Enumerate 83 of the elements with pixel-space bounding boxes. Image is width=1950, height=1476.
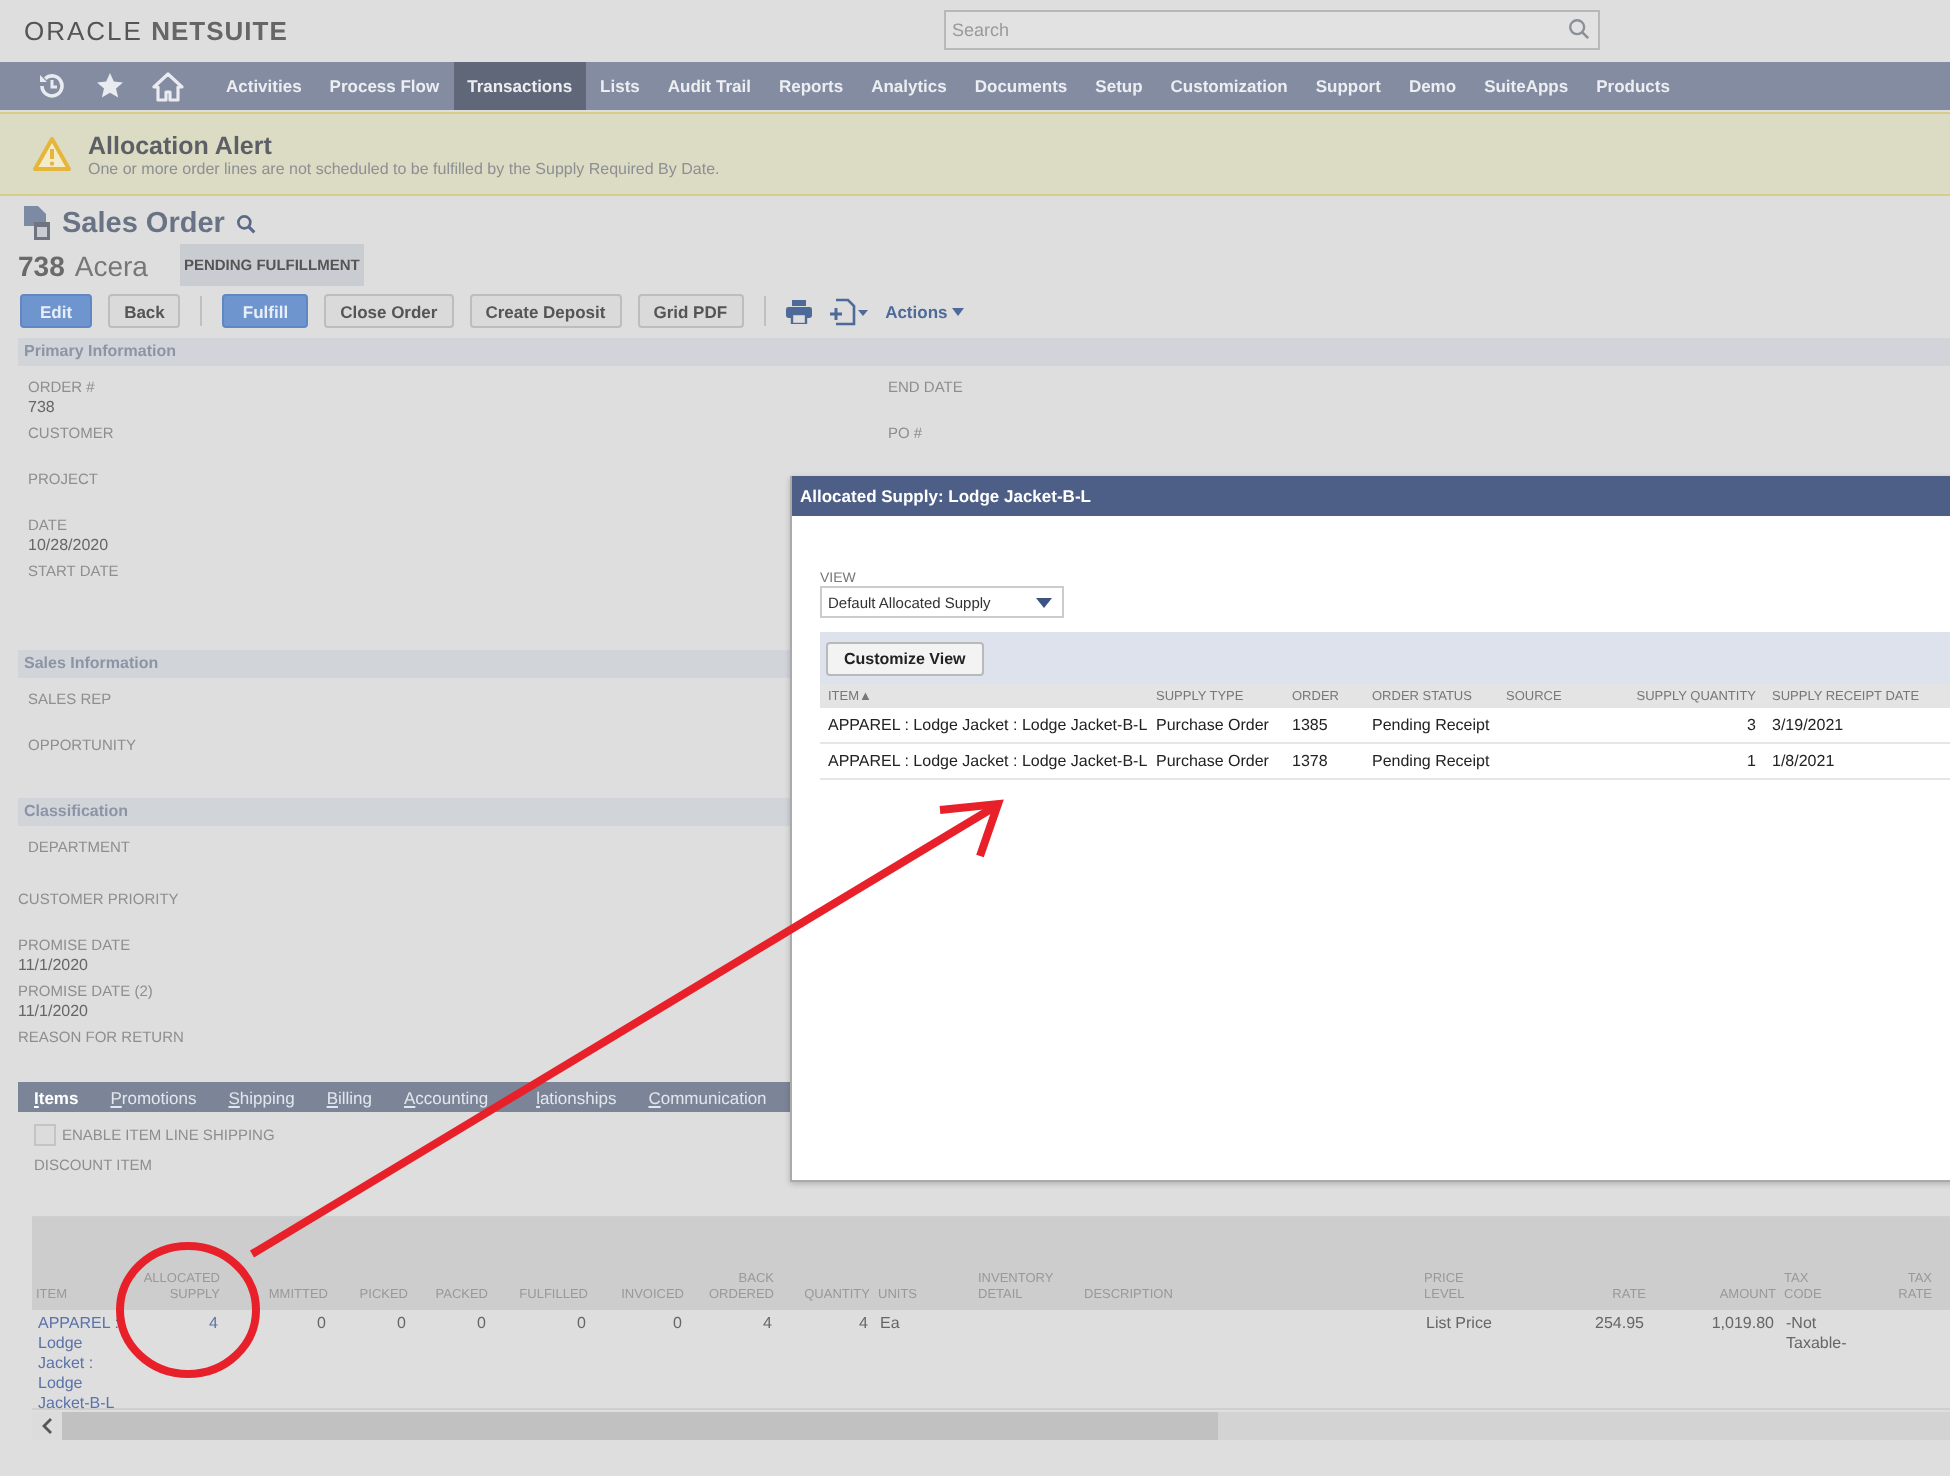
field-value: 11/1/2020 [18, 956, 88, 974]
table-cell-text: -Not Taxable- [1786, 1314, 1849, 1354]
print-icon[interactable] [785, 299, 812, 323]
home-icon[interactable] [152, 71, 184, 101]
nav-tab[interactable]: Documents [960, 62, 1082, 110]
subtab[interactable]: Billing [326, 1087, 372, 1107]
table-cell: 1 [1747, 752, 1756, 770]
search-field[interactable]: Search [944, 10, 1600, 50]
nav-tab[interactable]: Transactions [453, 62, 587, 110]
table-cell-text: 1,019.80 [1709, 1314, 1774, 1334]
field-value: 738 [28, 398, 55, 416]
table-cell: 1/8/2021 [1772, 752, 1835, 770]
nav-tab[interactable]: SuiteApps [1470, 62, 1583, 110]
nav-tab[interactable]: Demo [1394, 62, 1471, 110]
table-cell: Pending Receipt [1372, 716, 1490, 734]
table-cell-text: 0 [475, 1314, 486, 1334]
nav-tab[interactable]: Analytics [857, 62, 961, 110]
table-cell-text: 254.95 [1593, 1314, 1644, 1334]
table-cell: APPAREL : Lodge Jacket : Lodge Jacket-B-L [828, 752, 1148, 770]
caret-icon [1036, 597, 1052, 607]
subtab[interactable]: Items [34, 1087, 79, 1107]
actions-menu[interactable]: Actions [885, 301, 964, 321]
subtab[interactable]: Promotions [110, 1087, 197, 1107]
table-cell: Purchase Order [1156, 752, 1269, 770]
table-cell-text: 0 [315, 1314, 326, 1334]
toolbar-button[interactable]: Edit [20, 294, 93, 328]
star-icon[interactable] [96, 72, 124, 100]
toolbar-button[interactable]: Fulfill [222, 294, 309, 328]
field-value: 10/28/2020 [28, 536, 109, 554]
logo: ORACLE NETSUITE [24, 15, 288, 45]
checkbox[interactable] [34, 1124, 56, 1146]
record-name: Acera [74, 249, 148, 281]
subtab[interactable]: Shipping [228, 1087, 295, 1107]
nav-tab[interactable]: Reports [764, 62, 858, 110]
nav-tab[interactable]: Audit Trail [653, 62, 765, 110]
table-cell-text: 4 [857, 1314, 868, 1334]
search-icon[interactable] [236, 213, 257, 233]
subtab[interactable]: Communication [648, 1087, 767, 1107]
table-link[interactable]: APPAREL : Lodge Jacket : Lodge Jacket-B-L [38, 1314, 126, 1414]
nav-tab[interactable]: Setup [1081, 62, 1157, 110]
table-cell: Pending Receipt [1372, 752, 1490, 770]
scrollbar-thumb[interactable] [62, 1412, 1218, 1440]
table-link[interactable]: 4 [138, 1314, 218, 1334]
subtab[interactable]: Accounting [404, 1087, 489, 1107]
nav-tab[interactable]: Customization [1156, 62, 1302, 110]
table-cell: APPAREL : Lodge Jacket : Lodge Jacket-B-L [828, 716, 1148, 734]
popup-title: Allocated Supply: Lodge Jacket-B-L [792, 476, 1950, 516]
table-cell-text: 0 [671, 1314, 682, 1334]
toolbar-button[interactable]: Grid PDF [637, 294, 744, 328]
table-cell: 3/19/2021 [1772, 716, 1844, 734]
customize-view-button[interactable]: Customize View [826, 641, 984, 675]
table-cell: Purchase Order [1156, 716, 1269, 734]
warning-icon [32, 136, 72, 172]
table-cell: 1385 [1292, 716, 1328, 734]
table-cell-text: Ea [880, 1314, 902, 1334]
circle-annotation [116, 1242, 260, 1378]
nav-tab[interactable]: Activities [212, 62, 316, 110]
field-value: 11/1/2020 [18, 1002, 88, 1020]
nav-tab[interactable]: Lists [586, 62, 654, 110]
table-cell-text: 4 [761, 1314, 772, 1334]
nav-tab[interactable]: Support [1301, 62, 1395, 110]
subtab[interactable]: lationships [536, 1087, 617, 1107]
toolbar-button[interactable]: Close Order [324, 294, 454, 328]
page-title: Sales Order [62, 207, 225, 239]
alert-message: One or more order lines are not scheduled to be fulfilled by the Supply Required By Date. [88, 159, 720, 177]
toolbar-button[interactable]: Back [108, 294, 181, 328]
table-cell-text: List Price [1426, 1314, 1494, 1334]
new-document-icon[interactable] [827, 297, 870, 325]
nav-tab[interactable]: Products [1582, 62, 1684, 110]
caret-icon [951, 307, 964, 315]
table-cell: 1378 [1292, 752, 1328, 770]
table-cell-text: 0 [575, 1314, 586, 1334]
chevron-left-icon [42, 1418, 52, 1434]
toolbar-button[interactable]: Create Deposit [469, 294, 622, 328]
section-header: Primary Information [18, 338, 1950, 366]
history-icon[interactable] [36, 70, 68, 102]
search-icon [1568, 18, 1590, 40]
nav-tab[interactable]: Process Flow [315, 62, 454, 110]
table-cell: 3 [1747, 716, 1756, 734]
table-cell-text: 0 [395, 1314, 406, 1334]
alert-title: Allocation Alert [88, 131, 274, 159]
document-icon [24, 206, 50, 240]
record-number: 738 [18, 249, 65, 281]
